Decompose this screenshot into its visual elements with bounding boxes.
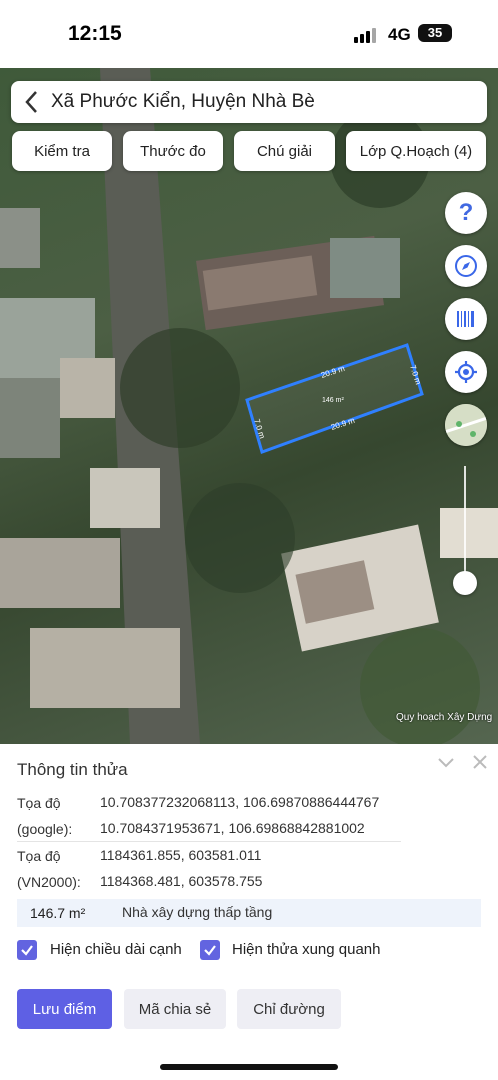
back-arrow-icon[interactable] [11,81,51,123]
coord-google-value-2: 10.7084371953671, 106.69868842881002 [100,820,365,836]
parcel-edge-left: 7.0 m [252,418,267,440]
checkmark-icon [21,945,33,956]
divider [17,841,401,842]
signal-icon [354,28,376,43]
chevron-down-icon[interactable] [437,756,455,770]
show-neighbors-checkbox[interactable] [200,940,220,960]
status-bar: 12:15 4G 35 [0,0,498,68]
measure-button[interactable]: Thước đo [123,131,223,171]
coord-vn2000-value-2: 1184368.481, 603578.755 [100,873,263,889]
save-point-button[interactable]: Lưu điểm [17,989,112,1029]
parcel-area: 146 m² [322,397,344,404]
map-thumbnail-icon [445,404,487,446]
coord-google-label: Tọa độ [17,795,61,811]
coord-vn2000-label: Tọa độ [17,848,61,864]
location-title: Xã Phước Kiển, Huyện Nhà Bè [51,91,315,112]
barcode-icon [457,311,474,327]
parcel-edge-bottom: 20.9 m [330,416,356,432]
show-edge-length-checkbox[interactable] [17,940,37,960]
compass-button[interactable] [445,245,487,287]
parcel-edge-right: 7.0 m [408,364,423,386]
zoom-slider-track[interactable] [464,466,466,580]
show-edge-length-label[interactable]: Hiện chiều dài cạnh [50,941,182,958]
map-attribution: Quy hoạch Xây Dựng [396,712,493,723]
coord-google-sublabel: (google): [17,821,73,837]
coord-vn2000-sublabel: (VN2000): [17,874,81,890]
area-value: 146.7 m² [30,905,86,921]
help-icon: ? [458,199,474,226]
panel-title: Thông tin thửa [17,760,128,779]
show-neighbors-label[interactable]: Hiện thửa xung quanh [232,941,380,958]
legend-button[interactable]: Chú giải [234,131,335,171]
share-code-button[interactable]: Mã chia sẻ [124,989,226,1029]
area-box: 146.7 m² Nhà xây dựng thấp tầng [17,899,481,927]
barcode-button[interactable] [445,298,487,340]
help-button[interactable]: ? [445,192,487,234]
directions-button[interactable]: Chỉ đường [237,989,341,1029]
zoom-slider-knob[interactable] [453,571,477,595]
check-button[interactable]: Kiểm tra [12,131,112,171]
parcel-info-panel: Thông tin thửa Tọa độ 10.708377232068113… [0,744,498,1080]
planning-layer-button[interactable]: Lớp Q.Hoạch (4) [346,131,486,171]
locate-icon [455,361,477,383]
battery-icon: 35 [418,24,452,42]
map-type-button[interactable] [445,404,487,446]
coord-vn2000-value: 1184361.855, 603581.011 [100,847,262,863]
checkmark-icon [204,945,216,956]
compass-icon [455,255,477,277]
status-time: 12:15 [68,22,122,45]
home-indicator[interactable] [160,1064,338,1070]
land-use-description: Nhà xây dựng thấp tầng [122,904,273,920]
close-icon[interactable] [472,754,488,770]
location-header: Xã Phước Kiển, Huyện Nhà Bè [11,81,487,123]
parcel-edge-top: 20.9 m [320,364,346,380]
coord-google-value: 10.708377232068113, 106.69870886444767 [100,794,380,810]
network-label: 4G [388,25,411,44]
locate-button[interactable] [445,351,487,393]
